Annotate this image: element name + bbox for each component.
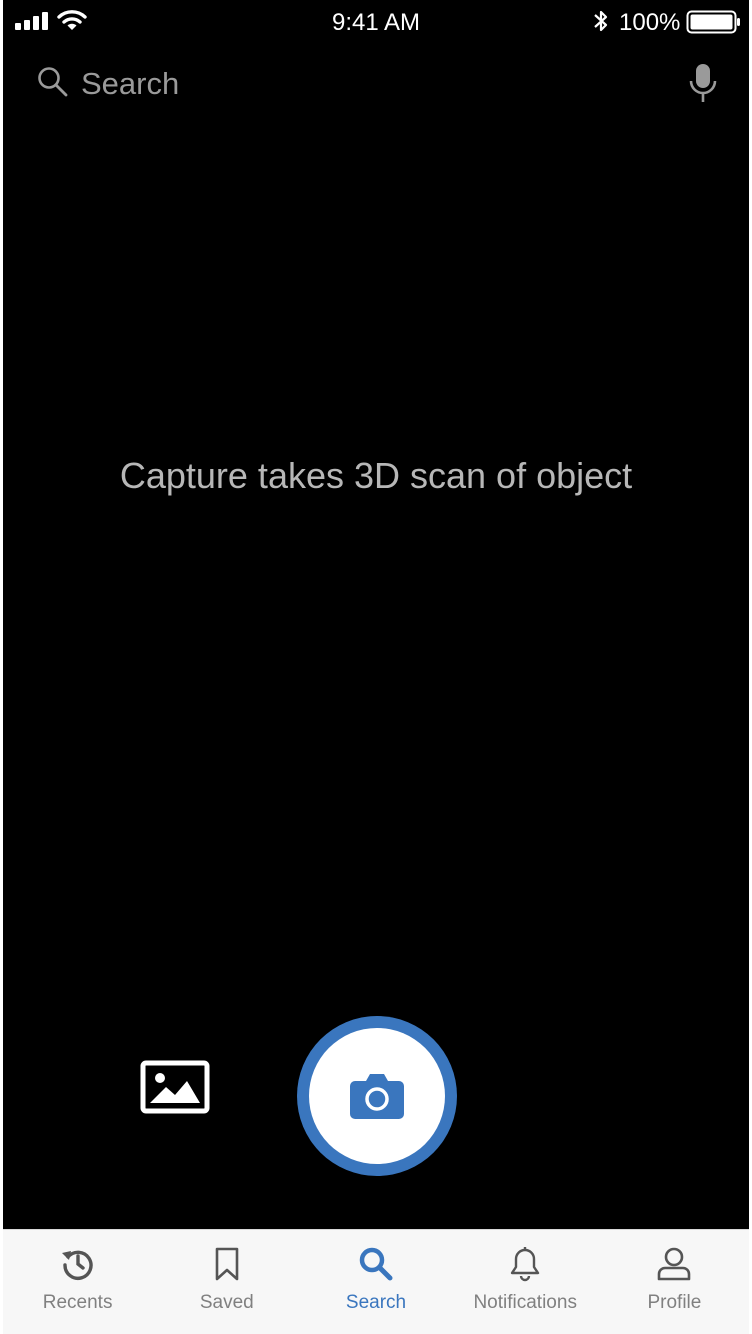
bell-icon [511, 1247, 540, 1282]
history-icon [61, 1250, 93, 1281]
battery-percentage: 100% [619, 9, 681, 36]
capture-button-inner [309, 1028, 445, 1164]
camera-screen: 9:41 AM 100% Capture takes 3D scan of ob… [3, 0, 749, 1334]
tab-recents[interactable]: Recents [3, 1230, 152, 1334]
capture-hint-text: Capture takes 3D scan of object [119, 455, 633, 496]
tab-notifications[interactable]: Notifications [451, 1230, 600, 1334]
battery-icon [686, 10, 740, 34]
tab-search[interactable]: Search [301, 1230, 450, 1334]
tab-bar: Recents Saved Search Notifications Profi… [3, 1229, 749, 1334]
tab-profile[interactable]: Profile [600, 1230, 749, 1334]
tab-label: Notifications [473, 1292, 577, 1313]
bluetooth-icon [594, 10, 608, 32]
capture-button[interactable] [297, 1016, 457, 1176]
microphone-icon[interactable] [688, 62, 718, 104]
search-bar [3, 56, 749, 112]
tab-label: Recents [42, 1292, 113, 1313]
camera-icon [350, 1074, 404, 1119]
gallery-icon[interactable] [140, 1060, 210, 1114]
tab-saved[interactable]: Saved [152, 1230, 301, 1334]
status-bar: 9:41 AM 100% [3, 0, 749, 44]
bookmark-icon [215, 1247, 239, 1281]
search-icon [38, 67, 68, 97]
tab-label: Search [345, 1292, 407, 1313]
tab-label: Profile [647, 1292, 702, 1313]
search-input[interactable] [81, 62, 641, 106]
tab-label: Saved [199, 1292, 254, 1313]
person-icon [658, 1247, 691, 1281]
search-icon [359, 1247, 393, 1281]
